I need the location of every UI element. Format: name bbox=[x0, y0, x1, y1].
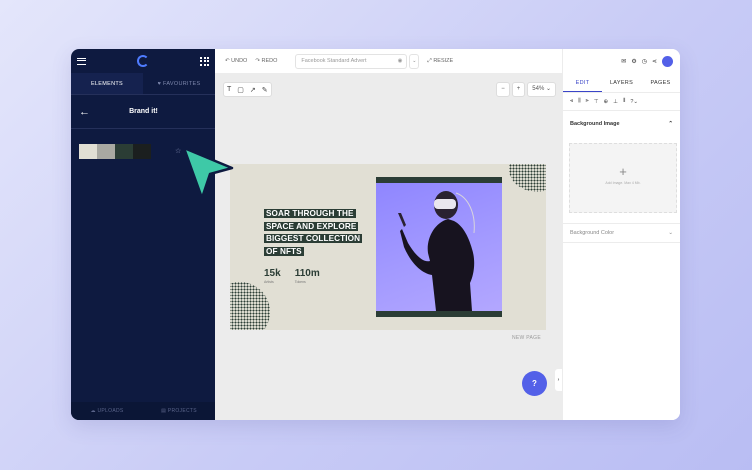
swatch-4[interactable] bbox=[133, 144, 151, 159]
background-image-label: Background Image bbox=[570, 121, 620, 127]
swatch-3[interactable] bbox=[115, 144, 133, 159]
tab-edit[interactable]: EDIT bbox=[563, 73, 602, 92]
photo-image bbox=[376, 183, 502, 311]
tab-layers[interactable]: LAYERS bbox=[602, 73, 641, 92]
left-panel: ELEMENTS ♥ FAVOURITES ← Brand it! ☆ ✎ ☁ … bbox=[71, 49, 215, 420]
settings-icon[interactable]: ⚙ bbox=[631, 58, 636, 65]
align-center-icon[interactable]: ⫼ bbox=[578, 98, 581, 105]
shape-tool[interactable]: ▢ bbox=[237, 86, 244, 94]
vr-person-photo[interactable] bbox=[376, 177, 502, 317]
design-stats[interactable]: 15k Artists 110m Tokens bbox=[264, 268, 320, 284]
stat-artists-value: 15k bbox=[264, 268, 281, 279]
stat-artists-label: Artists bbox=[264, 280, 274, 284]
headline-line-1: SOAR THROUGH THE bbox=[264, 209, 356, 218]
share-icon[interactable]: ⋖ bbox=[652, 58, 657, 65]
resize-label: RESIZE bbox=[433, 57, 454, 64]
tab-favourites-label: FAVOURITES bbox=[162, 81, 201, 87]
brand-palette[interactable] bbox=[79, 144, 151, 159]
left-footer: ☁ UPLOADS ▤ PROJECTS bbox=[71, 402, 215, 420]
back-arrow-icon[interactable]: ← bbox=[79, 106, 90, 118]
history-icon[interactable]: ◷ bbox=[642, 58, 647, 65]
halftone-dots-top-right bbox=[509, 164, 546, 192]
align-left-icon[interactable]: ⫷ bbox=[570, 98, 573, 105]
avatar[interactable] bbox=[662, 55, 673, 67]
resize-button[interactable]: ⤢ RESIZE bbox=[427, 58, 453, 65]
tool-palette: T ▢ ↗ ✎ bbox=[223, 82, 272, 97]
chevron-up-icon[interactable]: ⌃ bbox=[668, 121, 673, 127]
zoom-level: 54% bbox=[532, 86, 545, 92]
text-tool[interactable]: T bbox=[227, 86, 231, 93]
brand-header: ← Brand it! bbox=[71, 95, 215, 129]
right-tabs: EDIT LAYERS PAGES bbox=[563, 73, 680, 93]
align-bottom-icon[interactable]: ⊥ bbox=[613, 99, 618, 105]
new-page-button[interactable]: NEW PAGE bbox=[512, 335, 541, 341]
projects-label: PROJECTS bbox=[167, 408, 197, 414]
align-middle-icon[interactable]: ⊕ bbox=[604, 99, 609, 105]
stat-tokens: 110m Tokens bbox=[295, 268, 320, 284]
mail-icon[interactable]: ✉ bbox=[621, 58, 626, 65]
visibility-icon[interactable]: ◉ bbox=[398, 55, 403, 68]
projects-tab[interactable]: ▤ PROJECTS bbox=[143, 402, 215, 420]
headline-line-3: BIGGEST COLLECTION bbox=[264, 234, 363, 243]
stat-artists: 15k Artists bbox=[264, 268, 281, 284]
background-image-section[interactable]: Background Image ⌃ bbox=[563, 111, 680, 137]
zoom-level-select[interactable]: 54% ⌄ bbox=[527, 82, 556, 97]
swatch-1[interactable] bbox=[79, 144, 97, 159]
background-image-dropzone[interactable]: + Add Image. Max 4 Mb. bbox=[569, 143, 677, 213]
tab-pages[interactable]: PAGES bbox=[641, 73, 680, 92]
undo-button[interactable]: ↶ UNDO bbox=[225, 58, 247, 64]
zoom-controls: − + 54% ⌄ bbox=[496, 82, 556, 97]
app-logo bbox=[137, 55, 149, 67]
align-top-icon[interactable]: ⊤ bbox=[594, 99, 599, 105]
expand-right-panel-handle[interactable]: › bbox=[555, 369, 562, 391]
chevron-down-icon[interactable]: ⌄ bbox=[668, 230, 673, 236]
zoom-out-button[interactable]: − bbox=[496, 82, 510, 97]
design-artboard[interactable]: SOAR THROUGH THE SPACE AND EXPLORE BIGGE… bbox=[230, 164, 546, 330]
background-color-label: Background Color bbox=[570, 230, 615, 236]
headline-line-2: SPACE AND EXPLORE bbox=[264, 221, 359, 231]
alignment-toolbar: ⫷ ⫼ ⫸ ⊤ ⊕ ⊥ ⦀ ?⌄ bbox=[563, 93, 680, 111]
cursor-arrow-icon bbox=[182, 146, 234, 200]
swatch-2[interactable] bbox=[97, 144, 115, 159]
align-right-icon[interactable]: ⫸ bbox=[586, 98, 589, 105]
halftone-dots-bottom-left bbox=[230, 282, 270, 330]
left-panel-header bbox=[71, 49, 215, 73]
document-name-field[interactable]: Facebook Standard Advert ◉ bbox=[295, 53, 408, 69]
help-button[interactable]: ? bbox=[522, 371, 547, 396]
stat-tokens-value: 110m bbox=[294, 268, 320, 279]
design-headline[interactable]: SOAR THROUGH THE SPACE AND EXPLORE BIGGE… bbox=[264, 208, 376, 258]
editor-window: ELEMENTS ♥ FAVOURITES ← Brand it! ☆ ✎ ☁ … bbox=[71, 49, 680, 420]
headline-line-4: OF NFTS bbox=[264, 246, 304, 256]
left-tabs: ELEMENTS ♥ FAVOURITES bbox=[71, 73, 215, 95]
stat-tokens-label: Tokens bbox=[294, 280, 306, 284]
tab-elements[interactable]: ELEMENTS bbox=[71, 73, 143, 94]
uploads-tab[interactable]: ☁ UPLOADS bbox=[71, 402, 143, 420]
distribute-icon[interactable]: ⦀ bbox=[623, 98, 625, 105]
apps-grid-icon[interactable] bbox=[200, 56, 209, 66]
zoom-in-button[interactable]: + bbox=[511, 82, 526, 97]
document-name: Facebook Standard Advert bbox=[301, 57, 367, 64]
pen-tool[interactable]: ✎ bbox=[262, 86, 268, 94]
menu-icon[interactable] bbox=[77, 57, 86, 65]
tab-favourites[interactable]: ♥ FAVOURITES bbox=[143, 73, 215, 94]
redo-button[interactable]: ↷ REDO bbox=[255, 58, 277, 64]
vr-figure-illustration bbox=[398, 191, 475, 311]
more-options-icon[interactable]: ?⌄ bbox=[630, 99, 638, 105]
undo-label: UNDO bbox=[231, 58, 248, 64]
top-toolbar: ↶ UNDO ↷ REDO Facebook Standard Advert ◉… bbox=[215, 49, 562, 73]
panel-title: Brand it! bbox=[129, 108, 158, 115]
upload-hint: Add Image. Max 4 Mb. bbox=[605, 181, 641, 185]
right-panel-header: ✉ ⚙ ◷ ⋖ bbox=[563, 49, 680, 73]
right-panel: ✉ ⚙ ◷ ⋖ EDIT LAYERS PAGES ⫷ ⫼ ⫸ ⊤ ⊕ ⊥ ⦀ … bbox=[562, 49, 680, 420]
canvas-area[interactable]: T ▢ ↗ ✎ − + 54% ⌄ SOAR THROUGH THE SPACE… bbox=[215, 73, 562, 420]
plus-icon: + bbox=[619, 164, 627, 179]
uploads-label: UPLOADS bbox=[97, 408, 124, 414]
redo-label: REDO bbox=[261, 58, 278, 64]
background-color-section[interactable]: Background Color ⌄ bbox=[563, 223, 680, 243]
document-dropdown[interactable]: ⌄ bbox=[409, 53, 420, 69]
arrow-tool[interactable]: ↗ bbox=[250, 86, 256, 94]
